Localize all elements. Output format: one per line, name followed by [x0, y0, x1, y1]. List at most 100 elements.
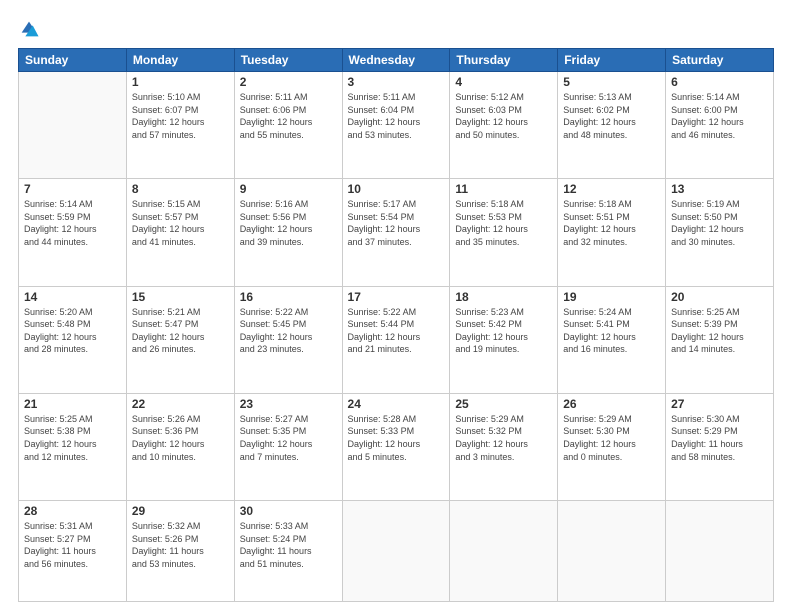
day-info: Sunrise: 5:29 AM Sunset: 5:30 PM Dayligh…: [563, 413, 660, 463]
day-info: Sunrise: 5:26 AM Sunset: 5:36 PM Dayligh…: [132, 413, 229, 463]
day-info: Sunrise: 5:28 AM Sunset: 5:33 PM Dayligh…: [348, 413, 445, 463]
day-info: Sunrise: 5:22 AM Sunset: 5:44 PM Dayligh…: [348, 306, 445, 356]
day-number: 14: [24, 290, 121, 304]
calendar-cell: 25 Sunrise: 5:29 AM Sunset: 5:32 PM Dayli…: [450, 393, 558, 500]
calendar-cell: 28 Sunrise: 5:31 AM Sunset: 5:27 PM Dayli…: [19, 501, 127, 602]
day-info: Sunrise: 5:12 AM Sunset: 6:03 PM Dayligh…: [455, 91, 552, 141]
calendar-cell: 1Sunrise: 5:10 AM Sunset: 6:07 PM Daylig…: [126, 72, 234, 179]
calendar-cell: 18 Sunrise: 5:23 AM Sunset: 5:42 PM Dayli…: [450, 286, 558, 393]
day-info: Sunrise: 5:29 AM Sunset: 5:32 PM Dayligh…: [455, 413, 552, 463]
day-number: 1: [132, 75, 229, 89]
calendar-cell: 4 Sunrise: 5:12 AM Sunset: 6:03 PM Daylig…: [450, 72, 558, 179]
day-number: 25: [455, 397, 552, 411]
calendar-cell: [342, 501, 450, 602]
day-number: 15: [132, 290, 229, 304]
col-header-wednesday: Wednesday: [342, 49, 450, 72]
calendar-cell: 23 Sunrise: 5:27 AM Sunset: 5:35 PM Dayli…: [234, 393, 342, 500]
day-number: 8: [132, 182, 229, 196]
calendar-cell: 30 Sunrise: 5:33 AM Sunset: 5:24 PM Dayli…: [234, 501, 342, 602]
day-number: 5: [563, 75, 660, 89]
col-header-thursday: Thursday: [450, 49, 558, 72]
week-row-1: 1Sunrise: 5:10 AM Sunset: 6:07 PM Daylig…: [19, 72, 774, 179]
header: [18, 18, 774, 40]
calendar-cell: 17Sunrise: 5:22 AM Sunset: 5:44 PM Dayli…: [342, 286, 450, 393]
day-number: 6: [671, 75, 768, 89]
day-number: 7: [24, 182, 121, 196]
calendar-cell: 24Sunrise: 5:28 AM Sunset: 5:33 PM Dayli…: [342, 393, 450, 500]
day-number: 4: [455, 75, 552, 89]
col-header-sunday: Sunday: [19, 49, 127, 72]
page: SundayMondayTuesdayWednesdayThursdayFrid…: [0, 0, 792, 612]
col-header-tuesday: Tuesday: [234, 49, 342, 72]
day-info: Sunrise: 5:25 AM Sunset: 5:39 PM Dayligh…: [671, 306, 768, 356]
day-info: Sunrise: 5:11 AM Sunset: 6:06 PM Dayligh…: [240, 91, 337, 141]
logo: [18, 18, 42, 40]
day-info: Sunrise: 5:33 AM Sunset: 5:24 PM Dayligh…: [240, 520, 337, 570]
day-number: 21: [24, 397, 121, 411]
day-info: Sunrise: 5:22 AM Sunset: 5:45 PM Dayligh…: [240, 306, 337, 356]
day-number: 2: [240, 75, 337, 89]
day-info: Sunrise: 5:19 AM Sunset: 5:50 PM Dayligh…: [671, 198, 768, 248]
calendar-cell: 29Sunrise: 5:32 AM Sunset: 5:26 PM Dayli…: [126, 501, 234, 602]
day-number: 10: [348, 182, 445, 196]
day-info: Sunrise: 5:13 AM Sunset: 6:02 PM Dayligh…: [563, 91, 660, 141]
col-header-friday: Friday: [558, 49, 666, 72]
day-number: 20: [671, 290, 768, 304]
day-info: Sunrise: 5:24 AM Sunset: 5:41 PM Dayligh…: [563, 306, 660, 356]
calendar-cell: [19, 72, 127, 179]
week-row-4: 21 Sunrise: 5:25 AM Sunset: 5:38 PM Dayli…: [19, 393, 774, 500]
day-info: Sunrise: 5:18 AM Sunset: 5:53 PM Dayligh…: [455, 198, 552, 248]
day-info: Sunrise: 5:30 AM Sunset: 5:29 PM Dayligh…: [671, 413, 768, 463]
calendar-cell: 7 Sunrise: 5:14 AM Sunset: 5:59 PM Daylig…: [19, 179, 127, 286]
day-number: 12: [563, 182, 660, 196]
calendar-cell: 2 Sunrise: 5:11 AM Sunset: 6:06 PM Daylig…: [234, 72, 342, 179]
day-number: 3: [348, 75, 445, 89]
calendar-header-row: SundayMondayTuesdayWednesdayThursdayFrid…: [19, 49, 774, 72]
day-info: Sunrise: 5:27 AM Sunset: 5:35 PM Dayligh…: [240, 413, 337, 463]
day-info: Sunrise: 5:25 AM Sunset: 5:38 PM Dayligh…: [24, 413, 121, 463]
day-number: 30: [240, 504, 337, 518]
calendar-cell: 19Sunrise: 5:24 AM Sunset: 5:41 PM Dayli…: [558, 286, 666, 393]
day-number: 9: [240, 182, 337, 196]
calendar: SundayMondayTuesdayWednesdayThursdayFrid…: [18, 48, 774, 602]
day-info: Sunrise: 5:15 AM Sunset: 5:57 PM Dayligh…: [132, 198, 229, 248]
week-row-2: 7 Sunrise: 5:14 AM Sunset: 5:59 PM Daylig…: [19, 179, 774, 286]
day-info: Sunrise: 5:21 AM Sunset: 5:47 PM Dayligh…: [132, 306, 229, 356]
calendar-cell: 10 Sunrise: 5:17 AM Sunset: 5:54 PM Dayli…: [342, 179, 450, 286]
day-info: Sunrise: 5:23 AM Sunset: 5:42 PM Dayligh…: [455, 306, 552, 356]
calendar-cell: [450, 501, 558, 602]
day-number: 18: [455, 290, 552, 304]
calendar-cell: 6 Sunrise: 5:14 AM Sunset: 6:00 PM Daylig…: [666, 72, 774, 179]
day-number: 23: [240, 397, 337, 411]
day-info: Sunrise: 5:14 AM Sunset: 6:00 PM Dayligh…: [671, 91, 768, 141]
day-info: Sunrise: 5:32 AM Sunset: 5:26 PM Dayligh…: [132, 520, 229, 570]
day-info: Sunrise: 5:16 AM Sunset: 5:56 PM Dayligh…: [240, 198, 337, 248]
col-header-monday: Monday: [126, 49, 234, 72]
calendar-cell: 27 Sunrise: 5:30 AM Sunset: 5:29 PM Dayli…: [666, 393, 774, 500]
calendar-cell: 20 Sunrise: 5:25 AM Sunset: 5:39 PM Dayli…: [666, 286, 774, 393]
day-info: Sunrise: 5:18 AM Sunset: 5:51 PM Dayligh…: [563, 198, 660, 248]
day-number: 28: [24, 504, 121, 518]
day-info: Sunrise: 5:17 AM Sunset: 5:54 PM Dayligh…: [348, 198, 445, 248]
logo-icon: [18, 18, 40, 40]
day-number: 11: [455, 182, 552, 196]
calendar-cell: 16 Sunrise: 5:22 AM Sunset: 5:45 PM Dayli…: [234, 286, 342, 393]
day-info: Sunrise: 5:31 AM Sunset: 5:27 PM Dayligh…: [24, 520, 121, 570]
calendar-cell: 11 Sunrise: 5:18 AM Sunset: 5:53 PM Dayli…: [450, 179, 558, 286]
day-number: 27: [671, 397, 768, 411]
day-number: 26: [563, 397, 660, 411]
calendar-cell: [666, 501, 774, 602]
calendar-cell: 26 Sunrise: 5:29 AM Sunset: 5:30 PM Dayli…: [558, 393, 666, 500]
calendar-cell: 5 Sunrise: 5:13 AM Sunset: 6:02 PM Daylig…: [558, 72, 666, 179]
week-row-5: 28 Sunrise: 5:31 AM Sunset: 5:27 PM Dayli…: [19, 501, 774, 602]
day-info: Sunrise: 5:20 AM Sunset: 5:48 PM Dayligh…: [24, 306, 121, 356]
calendar-cell: [558, 501, 666, 602]
day-info: Sunrise: 5:14 AM Sunset: 5:59 PM Dayligh…: [24, 198, 121, 248]
calendar-cell: 21 Sunrise: 5:25 AM Sunset: 5:38 PM Dayli…: [19, 393, 127, 500]
calendar-cell: 3Sunrise: 5:11 AM Sunset: 6:04 PM Daylig…: [342, 72, 450, 179]
calendar-cell: 13Sunrise: 5:19 AM Sunset: 5:50 PM Dayli…: [666, 179, 774, 286]
day-number: 22: [132, 397, 229, 411]
day-number: 16: [240, 290, 337, 304]
calendar-cell: 15 Sunrise: 5:21 AM Sunset: 5:47 PM Dayli…: [126, 286, 234, 393]
calendar-cell: 14 Sunrise: 5:20 AM Sunset: 5:48 PM Dayli…: [19, 286, 127, 393]
